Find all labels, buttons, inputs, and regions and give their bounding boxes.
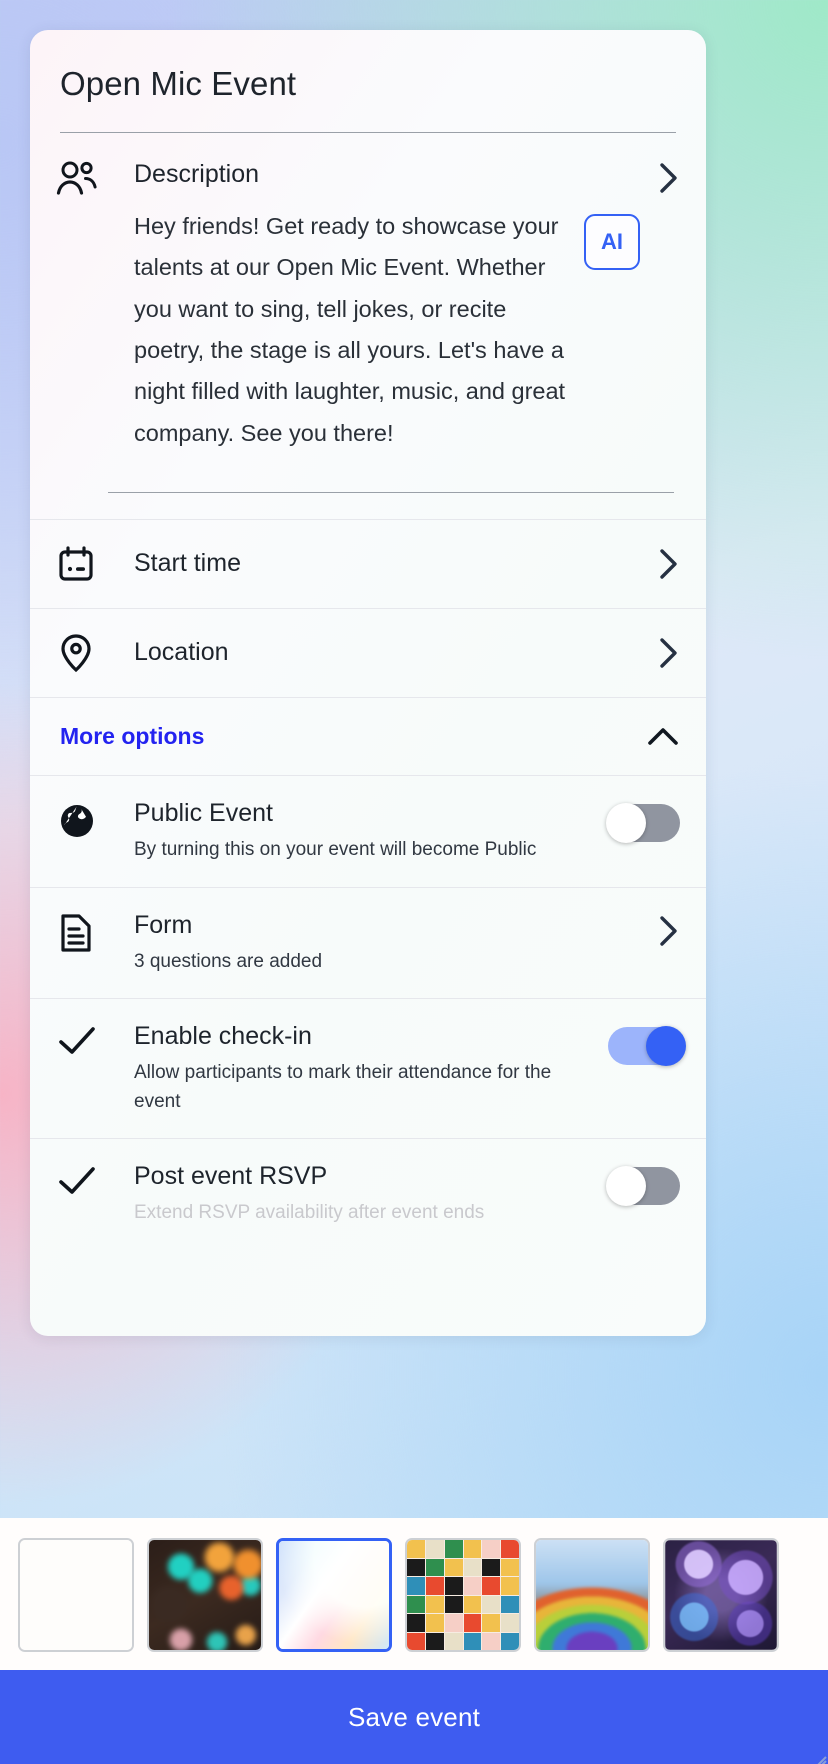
start-time-label: Start time xyxy=(134,549,241,578)
resize-grip[interactable] xyxy=(804,1740,827,1764)
toggle-knob xyxy=(606,803,646,843)
start-time-body: Start time xyxy=(134,548,640,579)
more-options-label: More options xyxy=(60,723,205,749)
chevron-right-icon xyxy=(660,549,677,579)
save-event-button[interactable]: Save event xyxy=(0,1670,828,1764)
check-icon xyxy=(56,1161,134,1199)
form-body: Form 3 questions are added xyxy=(134,910,594,977)
ai-assist-button[interactable]: AI xyxy=(584,213,640,270)
chevron-right-icon xyxy=(660,162,677,193)
option-public-event[interactable]: Public Event By turning this on your eve… xyxy=(30,775,706,887)
description-header: Description xyxy=(134,159,640,190)
location-body: Location xyxy=(134,637,640,668)
description-label: Description xyxy=(134,159,260,188)
page-title: Open Mic Event xyxy=(60,65,297,102)
description-content: Hey friends! Get ready to showcase your … xyxy=(134,206,640,454)
post-event-rsvp-toggle[interactable] xyxy=(606,1166,680,1206)
chevron-up-icon[interactable] xyxy=(646,726,680,748)
option-form[interactable]: Form 3 questions are added xyxy=(30,886,706,999)
option-enable-check-in[interactable]: Enable check-in Allow participants to ma… xyxy=(30,998,706,1138)
people-icon xyxy=(56,159,134,199)
public-event-body: Public Event By turning this on your eve… xyxy=(134,798,594,865)
start-time-chevron-wrap[interactable] xyxy=(640,547,680,581)
description-section[interactable]: Description Hey friends! Get ready to sh… xyxy=(30,133,706,476)
description-text[interactable]: Hey friends! Get ready to showcase your … xyxy=(134,206,584,454)
theme-thumb-bubbles[interactable] xyxy=(663,1538,779,1652)
location-label: Location xyxy=(134,638,229,667)
enable-check-in-body: Enable check-in Allow participants to ma… xyxy=(134,1021,594,1116)
public-event-toggle[interactable] xyxy=(606,803,680,843)
theme-thumb-bokeh-lights[interactable] xyxy=(147,1538,263,1652)
geometric-pattern xyxy=(407,1540,519,1650)
calendar-icon xyxy=(56,544,134,584)
form-subtitle: 3 questions are added xyxy=(134,950,323,972)
row-location[interactable]: Location xyxy=(30,608,706,697)
theme-thumb-geometric-pattern[interactable] xyxy=(405,1538,521,1652)
more-options-toggle[interactable]: More options xyxy=(30,697,706,775)
chevron-right-icon xyxy=(660,915,677,946)
theme-thumbnail-strip[interactable] xyxy=(0,1518,828,1670)
bottom-bar: Save event xyxy=(0,1518,828,1764)
theme-thumb-blank[interactable] xyxy=(18,1538,134,1652)
public-event-title: Public Event xyxy=(134,799,273,827)
toggle-knob xyxy=(606,1166,646,1206)
enable-check-in-subtitle: Allow participants to mark their attenda… xyxy=(134,1062,552,1112)
post-event-rsvp-title: Post event RSVP xyxy=(134,1162,328,1190)
post-event-rsvp-toggle-wrap[interactable] xyxy=(594,1161,680,1206)
public-event-subtitle: By turning this on your event will becom… xyxy=(134,839,537,860)
enable-check-in-toggle-wrap[interactable] xyxy=(594,1021,686,1066)
enable-check-in-toggle[interactable] xyxy=(608,1026,686,1066)
row-start-time[interactable]: Start time xyxy=(30,519,706,608)
form-chevron-wrap[interactable] xyxy=(594,910,680,948)
form-title: Form xyxy=(134,910,193,939)
theme-thumb-pastel-gradient[interactable] xyxy=(276,1538,392,1652)
theme-thumb-rainbow-road[interactable] xyxy=(534,1538,650,1652)
description-body: Description Hey friends! Get ready to sh… xyxy=(134,159,640,454)
location-pin-icon xyxy=(56,632,134,674)
public-event-toggle-wrap[interactable] xyxy=(594,798,680,843)
toggle-knob xyxy=(646,1026,686,1066)
chevron-right-icon xyxy=(660,638,677,668)
option-post-event-rsvp[interactable]: Post event RSVP Extend RSVP availability… xyxy=(30,1138,706,1250)
location-chevron-wrap[interactable] xyxy=(640,636,680,670)
post-event-rsvp-subtitle: Extend RSVP availability after event end… xyxy=(134,1202,485,1223)
post-event-rsvp-body: Post event RSVP Extend RSVP availability… xyxy=(134,1161,594,1228)
globe-icon xyxy=(56,798,134,842)
card-header: Open Mic Event xyxy=(30,30,706,133)
event-editor-card: Open Mic Event Description Hey friends! … xyxy=(30,30,706,1336)
document-icon xyxy=(56,910,134,954)
description-chevron-wrap[interactable] xyxy=(640,159,680,195)
enable-check-in-title: Enable check-in xyxy=(134,1022,312,1050)
check-icon xyxy=(56,1021,134,1059)
